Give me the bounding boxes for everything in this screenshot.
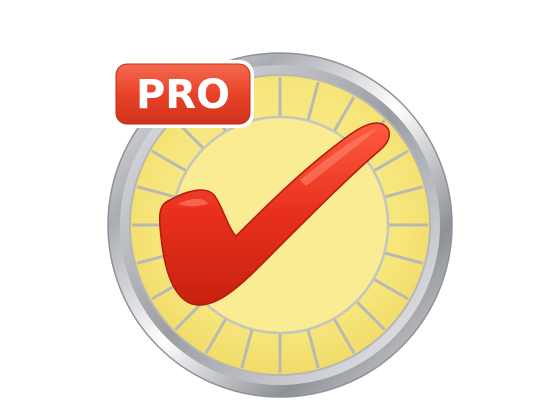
- pro-badge: PRO: [112, 60, 254, 128]
- pro-badge-label: PRO: [136, 72, 230, 118]
- app-icon: PRO: [0, 0, 560, 420]
